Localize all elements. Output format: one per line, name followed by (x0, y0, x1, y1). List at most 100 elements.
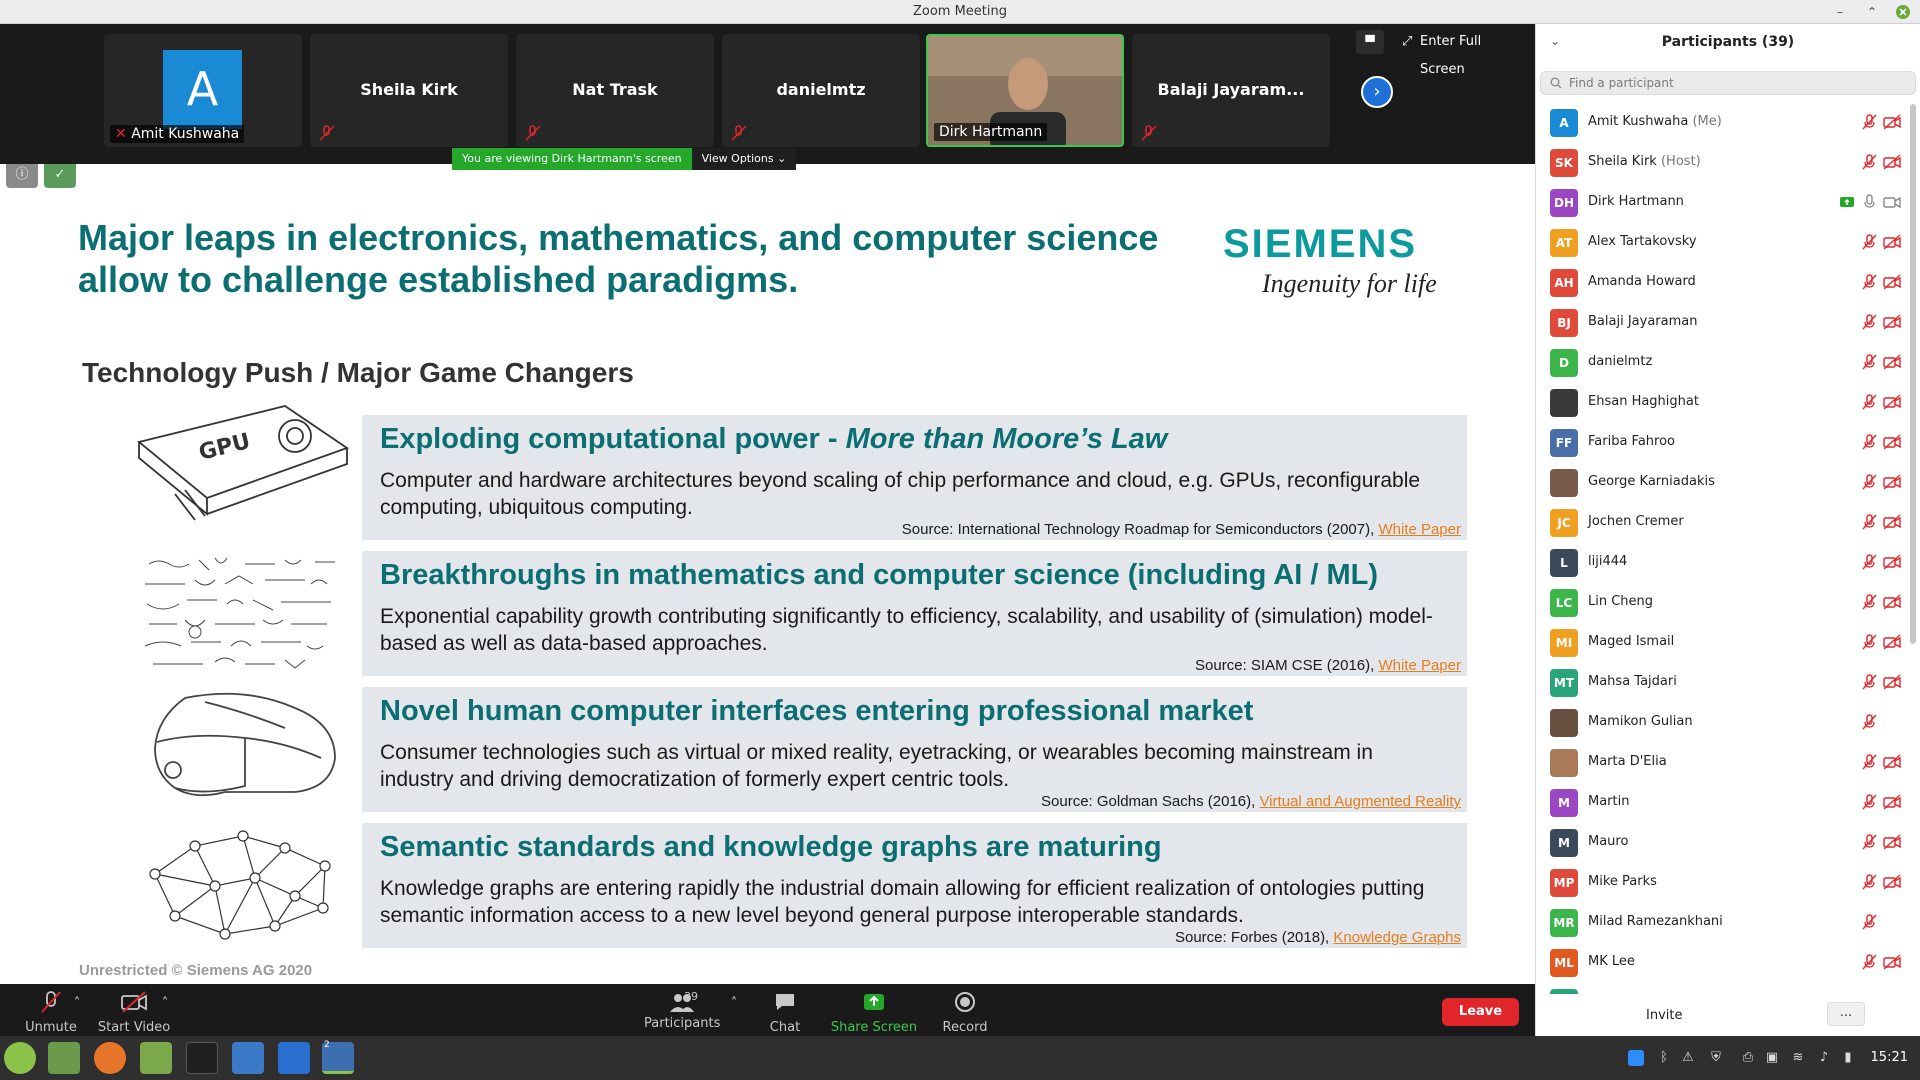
participant-row[interactable]: MT Mahsa Tajdari (1536, 662, 1906, 702)
mic-muted-icon (1860, 274, 1878, 290)
slide-subheading: Technology Push / Major Game Changers (82, 357, 634, 388)
participant-row[interactable]: M Mauro (1536, 822, 1906, 862)
white-paper-link[interactable]: White Paper (1378, 521, 1461, 538)
bluetooth-icon[interactable]: ᛒ (1656, 1050, 1672, 1066)
firefox-icon[interactable] (94, 1042, 126, 1074)
volume-icon[interactable]: ♪ (1816, 1050, 1832, 1066)
participant-row[interactable]: MP Mike Parks (1536, 862, 1906, 902)
more-options-button[interactable]: ... (1827, 1002, 1865, 1026)
vscode-icon[interactable] (278, 1042, 310, 1074)
shield-icon[interactable]: ⛨ (1708, 1050, 1724, 1066)
participant-row[interactable]: ML MK Lee (1536, 942, 1906, 982)
video-tile-nat[interactable]: Nat Trask (516, 34, 714, 147)
avatar: AH (1550, 269, 1578, 297)
participant-row[interactable]: George Karniadakis (1536, 462, 1906, 502)
mic-muted-icon (1860, 154, 1878, 170)
tile-name: Sheila Kirk (360, 80, 458, 99)
mic-muted-icon (1860, 874, 1878, 890)
participant-row[interactable]: MR Milad Ramezankhani (1536, 902, 1906, 942)
participant-name: Balaji Jayaraman (1588, 314, 1698, 329)
clipboard-icon[interactable]: ▣ (1764, 1050, 1780, 1066)
chevron-up-icon: ˄ (730, 996, 738, 1011)
participant-row[interactable]: NTNat Trask (1536, 982, 1906, 994)
chat-button[interactable]: Chat (760, 990, 810, 1035)
participant-row[interactable]: AT Alex Tartakovsky (1536, 222, 1906, 262)
knowledge-graphs-link[interactable]: Knowledge Graphs (1333, 929, 1461, 946)
vr-ar-link[interactable]: Virtual and Augmented Reality (1259, 793, 1461, 810)
participant-row[interactable]: BJ Balaji Jayaraman (1536, 302, 1906, 342)
warning-icon[interactable]: ⚠ (1680, 1050, 1696, 1066)
terminal-icon[interactable] (186, 1042, 218, 1074)
mint-menu-icon[interactable] (4, 1042, 36, 1074)
zoom-window-count: 2 (324, 1040, 330, 1050)
minimize-icon[interactable]: – (1830, 2, 1850, 22)
participant-name: Ehsan Haghighat (1588, 394, 1699, 409)
os-taskbar: 2 ᛒ ⚠ ⛨ ⎙ ▣ ≋ ♪ ▮ 15:21 (0, 1036, 1920, 1080)
mic-muted-icon (1860, 554, 1878, 570)
mic-muted-icon (1860, 234, 1878, 250)
files-icon[interactable] (140, 1042, 172, 1074)
siemens-tagline: Ingenuity for life (1262, 269, 1437, 298)
item-body: Exponential capability growth contributi… (380, 605, 1433, 655)
participant-list-scrollbar[interactable] (1910, 104, 1916, 644)
participant-row[interactable]: AH Amanda Howard (1536, 262, 1906, 302)
participant-row[interactable]: FF Fariba Fahroo (1536, 422, 1906, 462)
zoom-taskbar-icon[interactable]: 2 (322, 1040, 354, 1074)
show-desktop-icon[interactable] (48, 1042, 80, 1074)
video-options-caret[interactable]: ˄ (158, 996, 172, 1011)
record-button[interactable]: Record (937, 990, 993, 1035)
participants-button[interactable]: 39 Participants (644, 990, 720, 1031)
white-paper-link[interactable]: White Paper (1378, 657, 1461, 674)
camera-off-icon (1883, 594, 1901, 610)
camera-off-icon (1883, 354, 1901, 370)
gallery-layout-button[interactable]: ▀ (1356, 30, 1384, 54)
participant-row[interactable]: Ehsan Haghighat (1536, 382, 1906, 422)
slide-item-math-cs: Breakthroughs in mathematics and compute… (362, 551, 1467, 676)
battery-icon[interactable]: ▮ (1840, 1050, 1856, 1066)
mic-muted-icon (1860, 634, 1878, 650)
participant-row[interactable]: LC Lin Cheng (1536, 582, 1906, 622)
item-source: Source: Forbes (2018), Knowledge Graphs (1174, 929, 1461, 946)
sharing-screen-icon (1838, 194, 1856, 210)
item-body: Consumer technologies such as virtual or… (380, 741, 1373, 791)
avatar (1550, 469, 1578, 497)
participant-row[interactable]: Lliji444 (1536, 542, 1906, 582)
screenshot-icon[interactable] (232, 1042, 264, 1074)
audio-options-caret[interactable]: ˄ (70, 996, 84, 1011)
participant-row[interactable]: SK Sheila Kirk (Host) (1536, 142, 1906, 182)
restore-icon[interactable]: ⌃ (1862, 2, 1882, 22)
participant-row[interactable]: JC Jochen Cremer (1536, 502, 1906, 542)
participant-role: (Me) (1692, 114, 1722, 129)
next-page-button[interactable]: › (1361, 76, 1393, 108)
shield-icon[interactable]: ✓ (44, 164, 76, 188)
chevron-up-icon: ˄ (161, 996, 169, 1011)
screen-share-banner: You are viewing Dirk Hartmann's screen V… (452, 148, 797, 170)
leave-button[interactable]: Leave (1442, 998, 1519, 1026)
participant-row[interactable]: Ddanielmtz (1536, 342, 1906, 382)
invite-button[interactable]: Invite (1646, 1008, 1682, 1023)
video-tile-dirk-active-speaker[interactable]: Dirk Hartmann (926, 34, 1124, 147)
participant-row[interactable]: MI Maged Ismail (1536, 622, 1906, 662)
video-tile-amit[interactable]: A ✕ Amit Kushwaha (104, 34, 302, 147)
share-screen-button[interactable]: Share Screen (828, 990, 920, 1035)
enter-fullscreen-button[interactable]: ⤢ Enter Full Screen (1398, 28, 1528, 77)
close-icon[interactable] (1893, 2, 1913, 22)
avatar: MR (1550, 909, 1578, 937)
participant-row[interactable]: A Amit Kushwaha (Me) (1536, 102, 1906, 142)
video-tile-balaji[interactable]: Balaji Jayaram... (1132, 34, 1330, 147)
participants-options-caret[interactable]: ˄ (727, 996, 741, 1011)
info-icon[interactable]: ⓘ (6, 164, 38, 188)
video-tile-sheila[interactable]: Sheila Kirk (310, 34, 508, 147)
participant-row[interactable]: Marta D'Elia (1536, 742, 1906, 782)
participant-row[interactable]: M Martin (1536, 782, 1906, 822)
shared-screen-slide: ⓘ ✓ Major leaps in electronics, mathemat… (0, 164, 1535, 984)
wifi-icon[interactable]: ≋ (1790, 1050, 1806, 1066)
mic-muted-icon (1860, 394, 1878, 410)
zoom-tray-icon[interactable] (1628, 1050, 1644, 1066)
camera-off-icon (1883, 634, 1901, 650)
participant-row[interactable]: Mamikon Gulian (1536, 702, 1906, 742)
video-tile-danielmtz[interactable]: danielmtz (722, 34, 920, 147)
participant-row[interactable]: DH Dirk Hartmann (1536, 182, 1906, 222)
view-options-button[interactable]: View Options ⌄ (691, 148, 797, 170)
printer-icon[interactable]: ⎙ (1740, 1050, 1756, 1066)
